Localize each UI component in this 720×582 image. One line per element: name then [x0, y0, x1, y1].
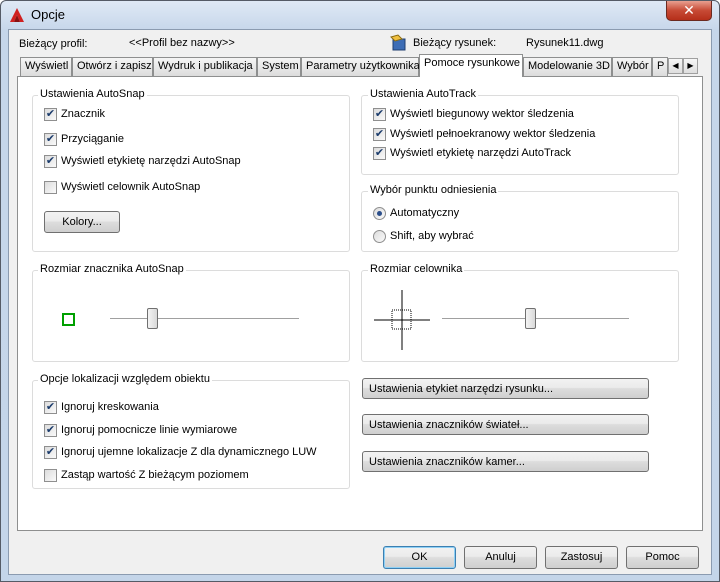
ignore-dimext-checkbox[interactable]: ✔ [44, 424, 57, 437]
current-drawing-label: Bieżący rysunek: [413, 37, 497, 49]
ignore-negative-z-label: Ignoruj ujemne lokalizacje Z dla dynamic… [61, 446, 317, 458]
current-profile-value: <<Profil bez nazwy>> [129, 37, 235, 49]
ignore-dimext-label: Ignoruj pomocnicze linie wymiarowe [61, 424, 238, 436]
shift-to-acquire-label: Shift, aby wybrać [390, 230, 474, 242]
apply-button[interactable]: Zastosuj [545, 546, 618, 569]
autosnap-aperture-checkbox[interactable] [44, 181, 57, 194]
ignore-negative-z-checkbox[interactable]: ✔ [44, 446, 57, 459]
tab-drafting[interactable]: Pomoce rysunkowe [419, 54, 523, 77]
tab-system[interactable]: System [257, 57, 301, 76]
close-button[interactable]: ✕ [666, 1, 712, 21]
tab-open-save[interactable]: Otwórz i zapisz [72, 57, 153, 76]
title-bar[interactable]: Opcje ✕ [1, 1, 719, 29]
marker-label: Znacznik [61, 108, 106, 120]
ok-button[interactable]: OK [383, 546, 456, 569]
help-button[interactable]: Pomoc [626, 546, 699, 569]
tab-plot-publish[interactable]: Wydruk i publikacja [153, 57, 257, 76]
tab-display[interactable]: Wyświetl [20, 57, 72, 76]
fullscreen-vector-checkbox[interactable]: ✔ [373, 128, 386, 141]
autosnap-tooltip-label: Wyświetl etykietę narzędzi AutoSnap [61, 155, 241, 167]
cameras-glyph-settings-button[interactable]: Ustawienia znaczników kamer... [362, 451, 649, 472]
autotrack-tooltip-checkbox[interactable]: ✔ [373, 147, 386, 160]
tab-scroll-right-icon[interactable]: ▶ [683, 58, 698, 74]
drawing-icon [390, 34, 406, 51]
window-title: Opcje [31, 7, 65, 22]
marker-preview-icon [62, 313, 75, 326]
fullscreen-vector-label: Wyświetl pełnoekranowy wektor śledzenia [390, 128, 596, 140]
cancel-button[interactable]: Anuluj [464, 546, 537, 569]
ignore-hatch-label: Ignoruj kreskowania [61, 401, 159, 413]
polar-vector-checkbox[interactable]: ✔ [373, 108, 386, 121]
lights-glyph-settings-button[interactable]: Ustawienia znaczników świateł... [362, 414, 649, 435]
drafting-tooltip-settings-button[interactable]: Ustawienia etykiet narzędzi rysunku... [362, 378, 649, 399]
automatic-label: Automatyczny [390, 207, 460, 219]
autosnap-tooltip-checkbox[interactable]: ✔ [44, 155, 57, 168]
marker-size-slider-thumb[interactable] [146, 308, 158, 329]
replace-z-checkbox[interactable] [44, 469, 57, 482]
autocad-logo-icon [10, 8, 24, 22]
ignore-hatch-checkbox[interactable]: ✔ [44, 401, 57, 414]
current-drawing-value: Rysunek11.dwg [526, 37, 604, 49]
aperture-size-title: Rozmiar celownika [368, 263, 465, 275]
autosnap-aperture-label: Wyświetl celownik AutoSnap [61, 181, 201, 193]
polar-vector-label: Wyświetl biegunowy wektor śledzenia [390, 108, 574, 120]
tab-3d-modeling[interactable]: Modelowanie 3D [523, 57, 612, 76]
tab-profiles-partial[interactable]: P [652, 57, 668, 76]
replace-z-label: Zastąp wartość Z bieżącym poziomem [61, 469, 249, 481]
colors-button[interactable]: Kolory... [44, 211, 120, 233]
aperture-size-slider-thumb[interactable] [524, 308, 536, 329]
marker-size-title: Rozmiar znacznika AutoSnap [38, 263, 186, 275]
aperture-preview-icon [374, 290, 430, 350]
magnet-label: Przyciąganie [61, 133, 124, 145]
tab-scroll-left-icon[interactable]: ◀ [668, 58, 683, 74]
magnet-checkbox[interactable]: ✔ [44, 133, 57, 146]
autosnap-settings-title: Ustawienia AutoSnap [38, 88, 147, 100]
autotrack-tooltip-label: Wyświetl etykietę narzędzi AutoTrack [390, 147, 572, 159]
marker-size-group [32, 270, 350, 362]
tab-selection[interactable]: Wybór [612, 57, 652, 76]
autotrack-settings-title: Ustawienia AutoTrack [368, 88, 478, 100]
marker-checkbox[interactable]: ✔ [44, 108, 57, 121]
alignment-point-group [361, 191, 679, 252]
object-snap-options-title: Opcje lokalizacji względem obiektu [38, 373, 212, 385]
tab-user-preferences[interactable]: Parametry użytkownika [301, 57, 420, 76]
current-profile-label: Bieżący profil: [19, 38, 88, 50]
shift-to-acquire-radio[interactable] [373, 230, 386, 243]
alignment-point-title: Wybór punktu odniesienia [368, 184, 499, 196]
marker-size-track[interactable] [110, 318, 299, 320]
automatic-radio[interactable] [373, 207, 386, 220]
